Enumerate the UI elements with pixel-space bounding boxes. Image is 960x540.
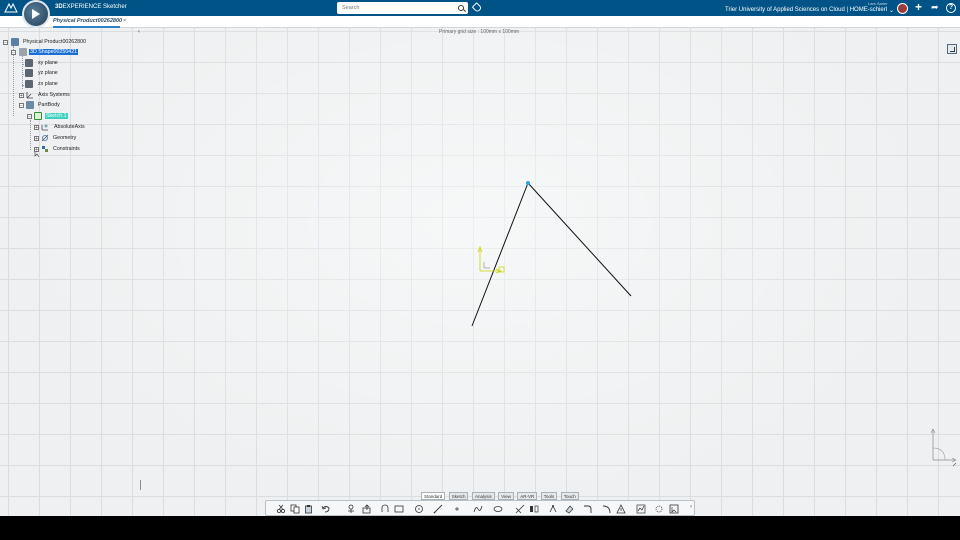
expand-icon[interactable]: + [34,136,39,142]
sketch-tool-icon[interactable] [346,504,356,514]
select-icon[interactable] [669,504,679,514]
tag-icon[interactable] [471,2,483,13]
collapse-icon[interactable]: − [19,103,24,109]
product-icon [11,38,19,46]
tree-label: PartBody [38,102,60,108]
brand-3d: 3D [55,4,63,10]
ellipse-icon[interactable] [493,504,503,514]
sketch-icon [34,112,42,120]
paste-icon[interactable] [304,504,314,514]
sketch-canvas[interactable] [0,28,960,516]
shape-icon [19,48,27,56]
constraint-icon[interactable] [548,504,558,514]
tree-label: Sketch.1 [45,113,68,119]
ds-logo-icon[interactable] [4,2,18,14]
plane-icon [25,80,33,88]
copy-icon[interactable] [290,504,300,514]
tree-connector [30,120,31,150]
sketch-origin-icon [477,245,505,274]
plane-icon [25,69,33,77]
tree-label: Physical Product00262800 [23,39,87,45]
spline-icon[interactable] [473,504,483,514]
tree-label: Geometry [53,135,77,141]
plane-icon [25,59,33,67]
tab-sketch[interactable]: Sketch [448,492,469,500]
screen-bottom-bar [0,516,960,540]
tree-label: 3D Shape00250421 [29,49,79,55]
user-name: Lars Sarier [868,1,888,6]
tab-analysis[interactable]: Analysis [471,492,495,500]
avatar[interactable] [897,3,908,14]
expand-icon[interactable]: + [34,125,39,131]
rectangle-icon[interactable] [394,504,404,514]
body-icon [26,101,34,109]
top-bar: 3DEXPERIENCE Sketcher Lars Sarier Trier … [0,0,960,28]
app-name: Sketcher [103,4,127,10]
brand-experience: EXPERIENCE [62,4,102,10]
3d-viewport[interactable]: Primary grid size : 100mm x 100mm ‹ − Ph… [0,28,960,516]
axis-system-icon [26,91,34,99]
tree-label: Constraints [53,146,80,152]
search-box [337,2,468,14]
tab-touch[interactable]: Touch [560,492,579,500]
search-icon[interactable] [458,5,464,11]
cut-icon[interactable] [276,504,286,514]
expand-icon[interactable]: + [19,93,24,99]
tree-label: xy plane [38,60,58,66]
tab-ar-vr[interactable]: AR-VR [517,492,538,500]
axis-icon [41,123,49,131]
tab-close-icon[interactable]: × [123,18,126,24]
settings-icon[interactable] [654,504,664,514]
app-title: 3DEXPERIENCE Sketcher [55,4,127,10]
erase-icon[interactable] [564,504,574,514]
tree-label: zx plane [38,81,58,87]
help-icon[interactable]: ? [946,3,956,13]
compass-icon[interactable] [22,0,50,28]
fillet-icon[interactable] [602,504,612,514]
chevron-down-icon[interactable]: ⌄ [889,7,894,14]
mirror-icon[interactable] [529,504,539,514]
analysis-icon[interactable] [636,504,646,514]
chevron-right-icon[interactable]: › [690,504,692,510]
tenant-selector[interactable]: Trier University of Applied Sciences on … [725,7,887,13]
undo-icon[interactable] [321,504,331,514]
circle-icon[interactable] [414,504,424,514]
tree-label: yz plane [38,70,58,76]
collapse-icon[interactable]: − [27,114,32,120]
search-input[interactable] [339,2,451,14]
tree-connector [13,46,14,116]
share-icon[interactable]: ➦ [931,3,939,12]
plus-icon[interactable]: + [915,1,922,13]
sketch-line-2[interactable] [527,182,632,297]
tree-label: AbsoluteAxis [54,124,85,130]
action-bar: › [265,500,695,516]
profile-icon[interactable] [380,504,390,514]
view-axis-icon[interactable] [925,426,957,468]
corner-icon[interactable] [583,504,593,514]
tab-tools[interactable]: Tools [540,492,558,500]
sketch-point[interactable] [526,181,530,185]
geometry-icon [41,134,49,142]
tab-bar: Physical Product00262800 × [0,16,960,28]
constraints-icon [41,145,49,153]
warning-icon[interactable] [616,504,626,514]
tab-view[interactable]: View [498,492,514,500]
collapse-icon[interactable]: − [11,50,16,56]
trim-icon[interactable] [515,504,525,514]
point-icon[interactable] [452,504,462,514]
expand-icon[interactable]: + [34,147,39,153]
section-tabs: Standard Sketch Analysis View AR-VR Tool… [421,492,579,500]
play-icon [32,9,40,19]
line-icon[interactable] [433,504,443,514]
tab-standard[interactable]: Standard [421,492,446,500]
collapse-icon[interactable]: − [3,40,8,46]
exit-sketch-icon[interactable] [362,504,372,514]
tree-label: Axis Systems [38,92,70,98]
